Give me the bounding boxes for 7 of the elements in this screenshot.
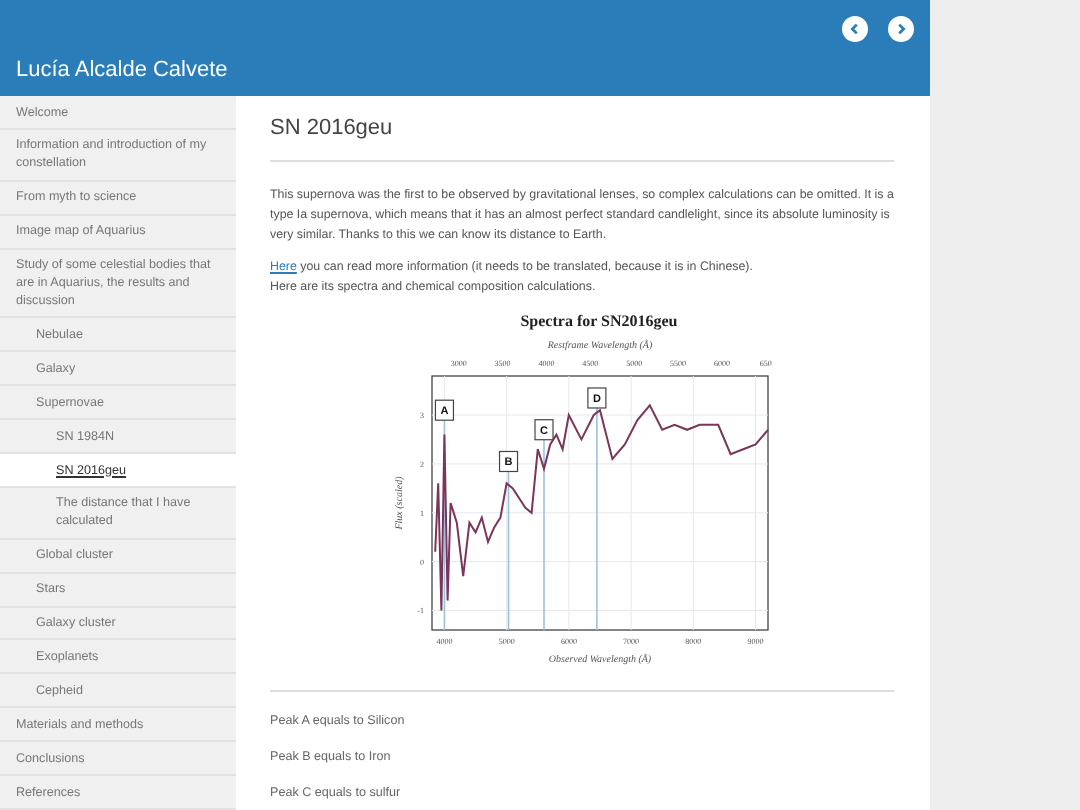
- previous-button[interactable]: [842, 16, 868, 42]
- chevron-left-icon: [848, 22, 862, 36]
- chart-title: Spectra for SN2016geu: [519, 312, 677, 330]
- page-heading: SN 2016geu: [270, 116, 395, 140]
- next-button[interactable]: [888, 16, 914, 42]
- chevron-right-icon: [894, 22, 908, 36]
- site-title: Lucía Alcalde Calvete: [16, 58, 230, 86]
